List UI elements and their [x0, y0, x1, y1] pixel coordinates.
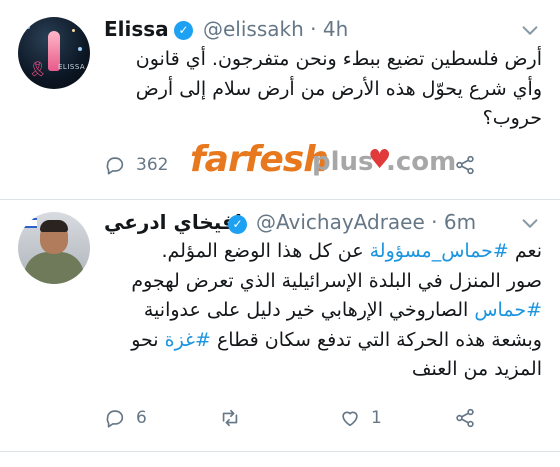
tweet-text-segment: صور المنزل في البلدة الإسرائيلية الذي تع…: [131, 269, 542, 292]
share-icon: [456, 155, 474, 175]
tweet-text-segment: نحو: [131, 328, 165, 351]
tweet-text-line: وبشعة هذه الحركة التي تدفع سكان قطاع #غز…: [102, 326, 542, 356]
verified-badge-icon: ✓: [228, 215, 247, 234]
pink-ribbon-icon: 🎗: [28, 60, 48, 78]
like-icon: [342, 411, 358, 427]
timestamp: 4h: [322, 17, 349, 41]
tweet-text-line: صور المنزل في البلدة الإسرائيلية الذي تع…: [102, 267, 542, 297]
hashtag-link[interactable]: #حماس: [474, 299, 542, 321]
reply-icon: [106, 157, 124, 175]
reply-button[interactable]: 6: [104, 407, 147, 429]
reply-count: 6: [136, 408, 147, 428]
retweet-icon: [222, 409, 238, 427]
timestamp: 6m: [443, 210, 477, 234]
tweet-text-segment: عن كل هذا الوضع المؤلم.: [161, 240, 370, 262]
display-name[interactable]: Elissa: [104, 17, 169, 41]
tweet-text-line: وأي شرع يحوّل هذه الأرض من أرض سلام إلى …: [102, 75, 542, 105]
tweet-text-segment: الصاروخي الإرهابي خير دليل على عدوانية: [143, 299, 475, 321]
tweet-divider: [0, 451, 560, 452]
display-name[interactable]: افيخاي ادرعي: [104, 210, 242, 234]
reply-count: 362: [136, 155, 169, 175]
like-count: 1: [371, 408, 382, 428]
tweet-text-segment: أرض فلسطين تضيع ببطء ونحن متفرجون. أي قا…: [135, 48, 542, 70]
handle[interactable]: @AvichayAdraee · 6m: [256, 210, 476, 234]
tweet-text-segment: المزيد من العنف: [411, 358, 542, 380]
avatar[interactable]: 🎗 ELISSA: [18, 17, 90, 89]
handle[interactable]: @elissakh · 4h: [203, 17, 348, 41]
like-button[interactable]: 1: [339, 407, 382, 429]
reply-icon: [106, 410, 124, 428]
verified-badge-icon: ✓: [174, 21, 193, 40]
share-button[interactable]: [454, 407, 476, 429]
chevron-down-icon[interactable]: [519, 20, 541, 42]
tweet-text-line: #حماس الصاروخي الإرهابي خير دليل على عدو…: [102, 296, 542, 326]
retweet-button[interactable]: [219, 407, 241, 429]
tweet-text-line: حروب؟: [102, 104, 542, 134]
share-icon: [456, 408, 474, 428]
tweet-text: أرض فلسطين تضيع ببطء ونحن متفرجون. أي قا…: [102, 45, 542, 134]
tweet-text: نعم #حماس_مسؤولة عن كل هذا الوضع المؤلم.…: [102, 237, 542, 385]
tweet-text-segment: وأي شرع يحوّل هذه الأرض من أرض سلام إلى …: [135, 77, 542, 100]
tweet-text-line: أرض فلسطين تضيع ببطء ونحن متفرجون. أي قا…: [102, 45, 542, 75]
avatar[interactable]: [18, 212, 90, 284]
tweet-avichay[interactable]: افيخاي ادرعي ✓ @AvichayAdraee · 6m نعم #…: [0, 199, 560, 451]
next-tweet-peek: [104, 458, 444, 467]
hashtag-link[interactable]: #حماس_مسؤولة: [370, 240, 509, 262]
tweet-text-segment: وبشعة هذه الحركة التي تدفع سكان قطاع: [210, 328, 542, 351]
tweet-text-segment: حروب؟: [482, 107, 542, 129]
share-button[interactable]: [454, 154, 476, 176]
flag-icon: [23, 218, 37, 228]
tweet-text-line: المزيد من العنف: [102, 355, 542, 385]
hashtag-link[interactable]: #غزة: [165, 329, 211, 351]
tweet-elissa[interactable]: 🎗 ELISSA Elissa ✓ @elissakh · 4h أرض فلس…: [0, 0, 560, 199]
tweet-text-line: نعم #حماس_مسؤولة عن كل هذا الوضع المؤلم.: [102, 237, 542, 267]
watermark-logo: farfesh plus ♥ .com: [190, 139, 457, 180]
tweet-text-segment: نعم: [508, 240, 542, 262]
reply-button[interactable]: 362: [104, 154, 168, 176]
chevron-down-icon[interactable]: [519, 213, 541, 235]
